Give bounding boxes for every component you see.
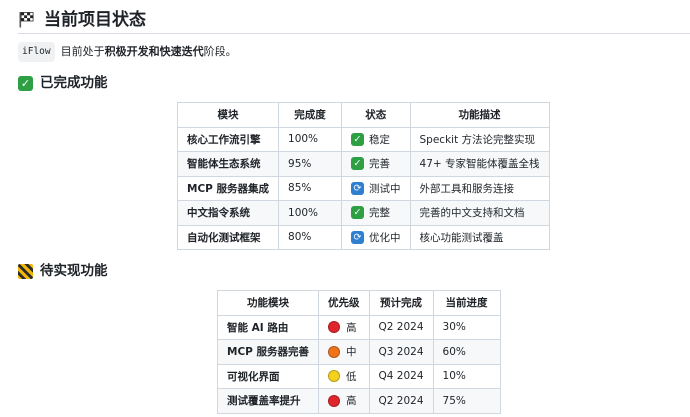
- column-header: 预计完成: [368, 290, 434, 316]
- cycle-icon: ⟳: [351, 181, 365, 195]
- pending-table: 功能模块 优先级 预计完成 当前进度 智能 AI 路由高 Q2 2024 30% MC…: [216, 290, 501, 414]
- status-cell: ✓ 完整: [341, 200, 411, 226]
- column-header: 功能模块: [216, 290, 320, 316]
- description-cell: 核心功能测试覆盖: [409, 224, 550, 250]
- description-cell: 外部工具和服务连接: [409, 175, 550, 201]
- completed-heading-text: 已完成功能: [40, 75, 108, 91]
- priority-dot-icon: [328, 394, 341, 407]
- priority-cell: 低: [318, 363, 370, 389]
- table-row: 中文指令系统 100% ✓ 完整 完善的中文支持和文档: [176, 200, 550, 226]
- progress-cell: 100%: [278, 200, 343, 226]
- cycle-icon: ⟳: [351, 230, 365, 244]
- description-cell: 47+ 专家智能体覆盖全栈: [409, 151, 550, 177]
- progress-cell: 95%: [278, 151, 343, 177]
- check-icon: ✓: [351, 157, 365, 171]
- intro-bold-text: 积极开发和快速迭代: [104, 45, 204, 58]
- status-wrap: ⟳ 测试中: [351, 181, 401, 196]
- progress-cell: 10%: [432, 363, 501, 389]
- priority-dot-icon: [328, 345, 341, 358]
- module-cell: MCP 服务器集成: [176, 175, 280, 201]
- check-icon: ✓: [351, 132, 365, 146]
- table-row: MCP 服务器集成 85% ⟳ 测试中 外部工具和服务连接: [176, 175, 550, 201]
- module-cell: 智能 AI 路由: [216, 314, 320, 340]
- progress-cell: 60%: [432, 339, 501, 365]
- status-label: 完整: [369, 207, 391, 220]
- priority-cell: 高: [318, 314, 370, 340]
- priority-label: 低: [346, 370, 357, 383]
- intro-paragraph: iFlow 目前处于 积极开发和快速迭代 阶段。: [18, 42, 237, 62]
- module-cell: MCP 服务器完善: [216, 339, 320, 365]
- module-cell: 智能体生态系统: [176, 151, 280, 177]
- page-title: 当前项目状态: [18, 6, 690, 34]
- priority-label: 高: [346, 321, 357, 334]
- status-wrap: ✓ 完善: [351, 156, 401, 171]
- completed-heading: ✓ 已完成功能: [18, 73, 108, 93]
- module-cell: 可视化界面: [216, 363, 320, 389]
- priority-wrap: 中: [328, 344, 360, 359]
- table-row: 自动化测试框架 80% ⟳ 优化中 核心功能测试覆盖: [176, 224, 550, 250]
- eta-cell: Q4 2024: [368, 363, 434, 389]
- column-header: 优先级: [318, 290, 370, 316]
- priority-wrap: 低: [328, 369, 360, 384]
- eta-cell: Q2 2024: [368, 314, 434, 340]
- completed-table: 模块 完成度 状态 功能描述 核心工作流引擎 100% ✓ 稳定 Speckit 方法论…: [176, 102, 550, 250]
- status-label: 完善: [369, 158, 391, 171]
- check-icon: ✓: [18, 75, 33, 91]
- column-header: 当前进度: [432, 290, 501, 316]
- status-cell: ⟳ 优化中: [341, 224, 411, 250]
- table-row: 智能体生态系统 95% ✓ 完善 47+ 专家智能体覆盖全栈: [176, 151, 550, 177]
- column-header: 模块: [176, 102, 280, 128]
- progress-cell: 80%: [278, 224, 343, 250]
- table-row: 可视化界面 低 Q4 2024 10%: [216, 363, 501, 389]
- status-label: 稳定: [369, 133, 391, 146]
- priority-wrap: 高: [328, 320, 360, 335]
- table-row: 核心工作流引擎 100% ✓ 稳定 Speckit 方法论完整实现: [176, 126, 550, 152]
- pending-heading: 待实现功能: [18, 261, 108, 281]
- priority-wrap: 高: [328, 393, 360, 408]
- eta-cell: Q2 2024: [368, 388, 434, 414]
- page-title-text: 当前项目状态: [44, 9, 146, 30]
- module-cell: 中文指令系统: [176, 200, 280, 226]
- table-row: 智能 AI 路由 高 Q2 2024 30%: [216, 314, 501, 340]
- module-cell: 测试覆盖率提升: [216, 388, 320, 414]
- priority-label: 高: [346, 395, 357, 408]
- status-cell: ⟳ 测试中: [341, 175, 411, 201]
- progress-cell: 100%: [278, 126, 343, 152]
- description-cell: 完善的中文支持和文档: [409, 200, 550, 226]
- column-header: 功能描述: [409, 102, 550, 128]
- status-label: 优化中: [369, 231, 401, 244]
- checkered-flag-icon: [18, 11, 35, 28]
- inline-code: iFlow: [18, 42, 55, 62]
- status-cell: ✓ 完善: [341, 151, 411, 177]
- construction-icon: [18, 263, 33, 279]
- column-header: 完成度: [278, 102, 343, 128]
- priority-cell: 高: [318, 388, 370, 414]
- priority-dot-icon: [328, 321, 341, 334]
- progress-cell: 30%: [432, 314, 501, 340]
- priority-cell: 中: [318, 339, 370, 365]
- status-label: 测试中: [369, 182, 401, 195]
- table-header-row: 模块 完成度 状态 功能描述: [176, 102, 550, 128]
- progress-cell: 85%: [278, 175, 343, 201]
- eta-cell: Q3 2024: [368, 339, 434, 365]
- table-header-row: 功能模块 优先级 预计完成 当前进度: [216, 290, 501, 316]
- column-header: 状态: [341, 102, 411, 128]
- description-cell: Speckit 方法论完整实现: [409, 126, 550, 152]
- status-wrap: ✓ 稳定: [351, 132, 401, 147]
- table-row: MCP 服务器完善 中 Q3 2024 60%: [216, 339, 501, 365]
- intro-text-before: 目前处于: [60, 45, 105, 58]
- intro-text-after: 阶段。: [203, 45, 237, 58]
- priority-label: 中: [346, 346, 357, 359]
- priority-dot-icon: [328, 370, 341, 383]
- pending-heading-text: 待实现功能: [40, 263, 108, 279]
- table-row: 测试覆盖率提升 高 Q2 2024 75%: [216, 388, 501, 414]
- progress-cell: 75%: [432, 388, 501, 414]
- module-cell: 核心工作流引擎: [176, 126, 280, 152]
- status-wrap: ⟳ 优化中: [351, 230, 401, 245]
- status-wrap: ✓ 完整: [351, 205, 401, 220]
- check-icon: ✓: [351, 206, 365, 220]
- module-cell: 自动化测试框架: [176, 224, 280, 250]
- status-cell: ✓ 稳定: [341, 126, 411, 152]
